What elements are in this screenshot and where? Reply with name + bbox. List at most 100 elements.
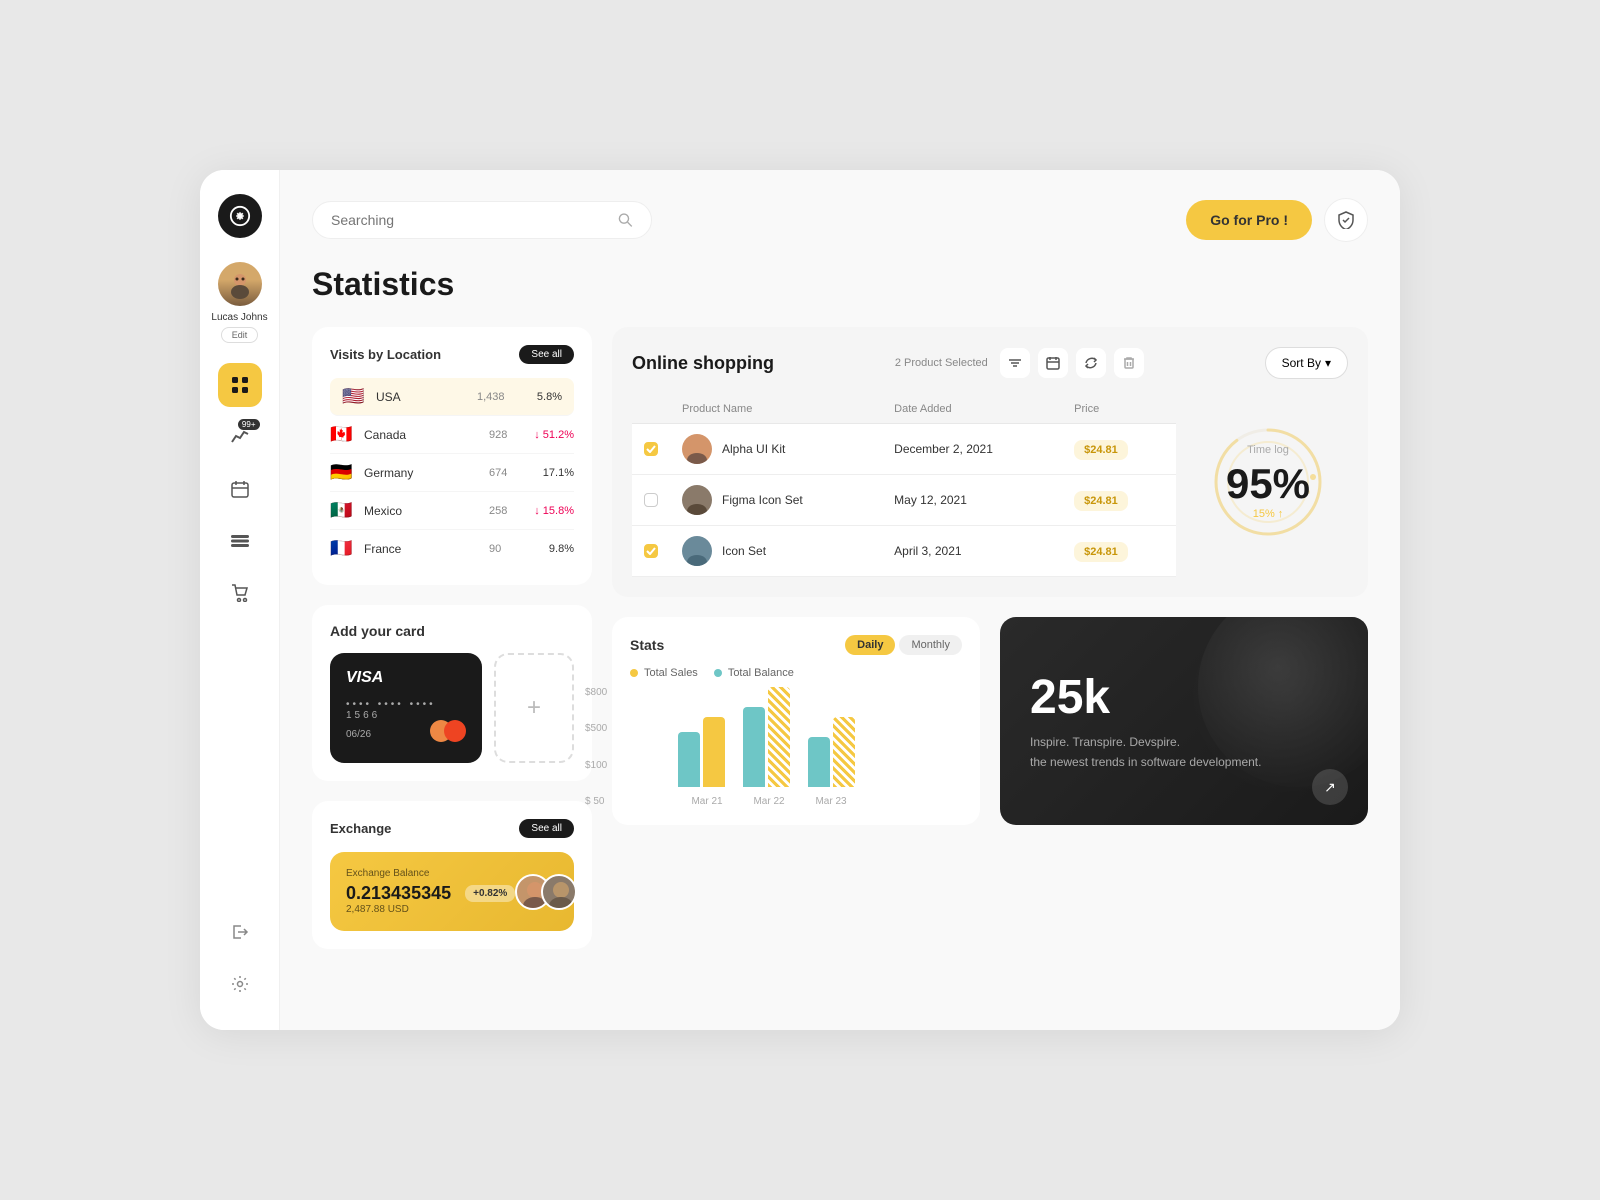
location-item: 🇫🇷 France 90 9.8% <box>330 530 574 567</box>
sidebar-logo[interactable] <box>218 194 262 238</box>
edit-profile-button[interactable]: Edit <box>221 327 259 343</box>
cards-row: VISA •••• •••• •••• 1566 06/26 + <box>330 653 574 763</box>
row-checkbox[interactable] <box>644 493 658 507</box>
shopping-sync-button[interactable] <box>1076 348 1106 378</box>
shopping-delete-button[interactable] <box>1114 348 1144 378</box>
legend-dot-balance <box>714 669 722 677</box>
promo-arrow-button[interactable]: ↗ <box>1312 769 1348 805</box>
shopping-calendar-button[interactable] <box>1038 348 1068 378</box>
x-label-mar22: Mar 22 <box>740 796 798 807</box>
content-grid: Visits by Location See all 🇺🇸 USA 1,438 … <box>312 327 1368 949</box>
flag-icon: 🇫🇷 <box>330 538 354 559</box>
sidebar-item-cart[interactable] <box>218 571 262 615</box>
search-icon <box>618 212 633 228</box>
shopping-table-body: Alpha UI Kit December 2, 2021 $24.81 <box>632 424 1176 577</box>
visit-pct: 5.8% <box>517 391 562 403</box>
search-input[interactable] <box>331 212 608 228</box>
sync-icon <box>1084 356 1098 370</box>
price-badge: $24.81 <box>1074 491 1128 511</box>
bar-mar22-teal <box>743 707 765 787</box>
mastercard-icon <box>430 720 466 747</box>
add-new-card-button[interactable]: + <box>494 653 574 763</box>
visits-see-all-button[interactable]: See all <box>519 345 574 364</box>
add-card-title: Add your card <box>330 623 574 639</box>
product-cell: Figma Icon Set <box>682 485 870 515</box>
product-name: Figma Icon Set <box>722 493 803 507</box>
shopping-inner: Product Name Date Added Price <box>632 395 1348 577</box>
timelog-percentage: 95% <box>1226 460 1310 508</box>
chart-wrapper: $800 $500 $100 $ 50 <box>630 687 962 807</box>
calendar-icon <box>1046 356 1060 370</box>
timelog-section: Time log 95% 15% ↑ <box>1188 395 1348 577</box>
table-row: Figma Icon Set May 12, 2021 $24.81 <box>632 475 1176 526</box>
exchange-avatars <box>515 874 577 910</box>
y-label-50: $ 50 <box>585 796 607 807</box>
sidebar-item-logout[interactable] <box>218 910 262 954</box>
chart-area: Mar 21 Mar 22 Mar 23 <box>678 687 962 807</box>
stats-card: Stats Daily Monthly Total Sales <box>612 617 980 825</box>
sidebar-item-calendar[interactable] <box>218 467 262 511</box>
visits-card: Visits by Location See all 🇺🇸 USA 1,438 … <box>312 327 592 585</box>
row-checkbox[interactable] <box>644 544 658 558</box>
flag-icon: 🇩🇪 <box>330 462 354 483</box>
main-content: Go for Pro ! Statistics Visits by Locati… <box>280 170 1400 1030</box>
exchange-avatar-2 <box>541 874 577 910</box>
row-checkbox[interactable] <box>644 442 658 456</box>
y-label-500: $500 <box>585 723 607 734</box>
search-bar[interactable] <box>312 201 652 239</box>
timelog-content: Time log 95% 15% ↑ <box>1226 444 1310 520</box>
shopping-meta: 2 Product Selected <box>895 348 1144 378</box>
stats-tab-daily[interactable]: Daily <box>845 635 895 655</box>
stats-tab-monthly[interactable]: Monthly <box>899 635 962 655</box>
exchange-info-card: Exchange Balance 0.213435345 +0.82% 2,48… <box>330 852 574 931</box>
bottom-row: Stats Daily Monthly Total Sales <box>612 617 1368 825</box>
country-name: France <box>364 542 479 556</box>
shopping-filter-button[interactable] <box>1000 348 1030 378</box>
visa-logo: VISA <box>346 669 466 687</box>
visits-title: Visits by Location <box>330 347 441 362</box>
x-labels: Mar 21 Mar 22 Mar 23 <box>678 796 962 807</box>
location-item: 🇲🇽 Mexico 258 ↓ 15.8% <box>330 492 574 530</box>
country-name: Canada <box>364 428 479 442</box>
y-label-100: $100 <box>585 760 607 771</box>
bar-mar23-gold <box>833 717 855 787</box>
country-name: USA <box>376 390 467 404</box>
sidebar-item-settings[interactable] <box>218 962 262 1006</box>
country-name: Germany <box>364 466 479 480</box>
shopping-table-head: Product Name Date Added Price <box>632 395 1176 424</box>
exchange-balance-label: Exchange Balance <box>346 868 515 879</box>
legend-total-sales: Total Sales <box>630 667 698 679</box>
filter-icon <box>1008 356 1022 370</box>
sidebar-item-minus[interactable] <box>218 519 262 563</box>
visit-pct: 9.8% <box>529 543 574 555</box>
legend-total-balance: Total Balance <box>714 667 794 679</box>
y-label-800: $800 <box>585 687 607 698</box>
exchange-card: Exchange See all Exchange Balance 0.2134… <box>312 801 592 949</box>
sidebar-item-grid[interactable] <box>218 363 262 407</box>
add-card-section: Add your card VISA •••• •••• •••• 1566 0… <box>312 605 592 781</box>
products-selected: 2 Product Selected <box>895 357 988 369</box>
visit-pct: ↓ 51.2% <box>529 429 574 441</box>
location-item: 🇩🇪 Germany 674 17.1% <box>330 454 574 492</box>
x-label-mar23: Mar 23 <box>802 796 860 807</box>
sidebar-bottom <box>218 910 262 1006</box>
exchange-title: Exchange <box>330 821 391 836</box>
shopping-header: Online shopping 2 Product Selected <box>632 347 1348 379</box>
sidebar-item-chart[interactable]: 99+ <box>218 415 262 459</box>
promo-content: 25k Inspire. Transpire. Devspire. the ne… <box>1030 670 1338 771</box>
header-actions: Go for Pro ! <box>1186 198 1368 242</box>
sort-button[interactable]: Sort By ▾ <box>1265 347 1348 379</box>
security-button[interactable] <box>1324 198 1368 242</box>
product-avatar <box>682 434 712 464</box>
user-name: Lucas Johns <box>211 312 267 323</box>
location-item: 🇺🇸 USA 1,438 5.8% <box>330 378 574 416</box>
country-name: Mexico <box>364 504 479 518</box>
chart-group-mar21 <box>678 717 725 787</box>
notification-badge: 99+ <box>238 419 260 430</box>
table-row: Alpha UI Kit December 2, 2021 $24.81 <box>632 424 1176 475</box>
stats-title: Stats <box>630 637 664 653</box>
shopping-card: Online shopping 2 Product Selected <box>612 327 1368 597</box>
exchange-see-all-button[interactable]: See all <box>519 819 574 838</box>
go-pro-button[interactable]: Go for Pro ! <box>1186 200 1312 240</box>
col-product: Product Name <box>670 395 882 424</box>
